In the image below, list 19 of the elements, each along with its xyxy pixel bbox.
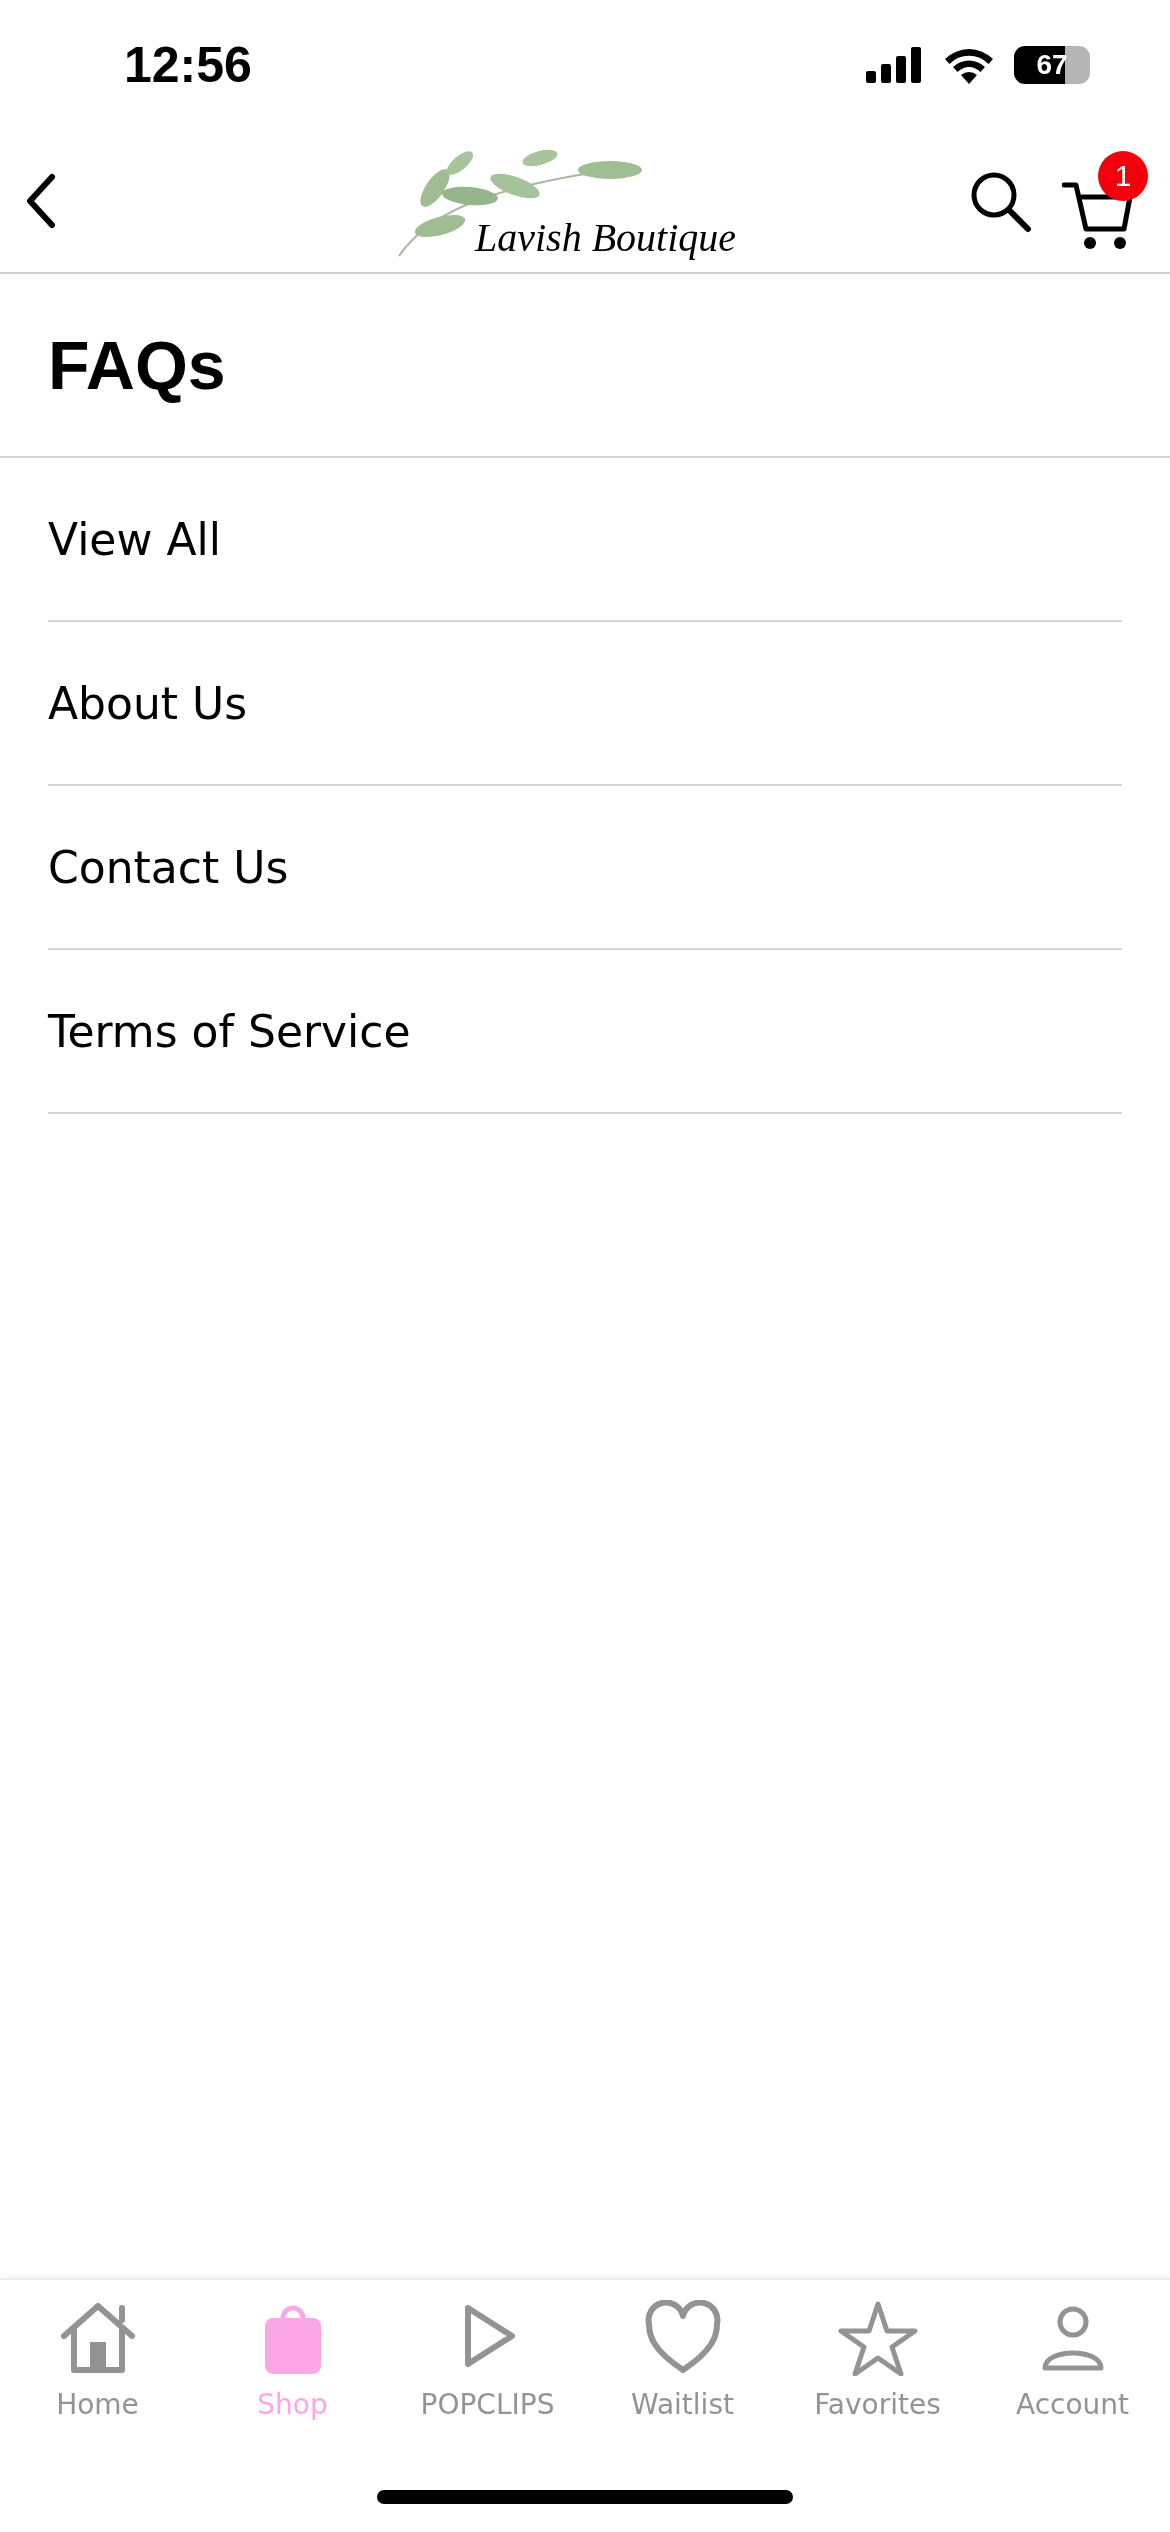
star-icon	[837, 2300, 918, 2376]
cart-button[interactable]: 1	[1062, 151, 1148, 251]
logo-text: Lavish Boutique	[475, 214, 737, 261]
page-title: FAQs	[0, 274, 1170, 458]
tab-item[interactable]: Home	[0, 2280, 195, 2470]
faq-link[interactable]: Contact Us	[48, 786, 1122, 950]
faq-link[interactable]: View All	[48, 458, 1122, 622]
wifi-icon	[944, 46, 994, 84]
cart-count-badge: 1	[1098, 151, 1148, 201]
status-time: 12:56	[124, 36, 252, 94]
tab-item[interactable]: Shop	[195, 2280, 390, 2470]
faq-link[interactable]: About Us	[48, 622, 1122, 786]
tab-item[interactable]: POPCLIPS	[390, 2280, 585, 2470]
tab-item[interactable]: Favorites	[780, 2280, 975, 2470]
tab-item[interactable]: Account	[975, 2280, 1170, 2470]
signal-icon	[866, 47, 924, 83]
tab-item[interactable]: Waitlist	[585, 2280, 780, 2470]
faq-link[interactable]: Terms of Service	[48, 950, 1122, 1114]
back-button[interactable]	[24, 173, 58, 229]
